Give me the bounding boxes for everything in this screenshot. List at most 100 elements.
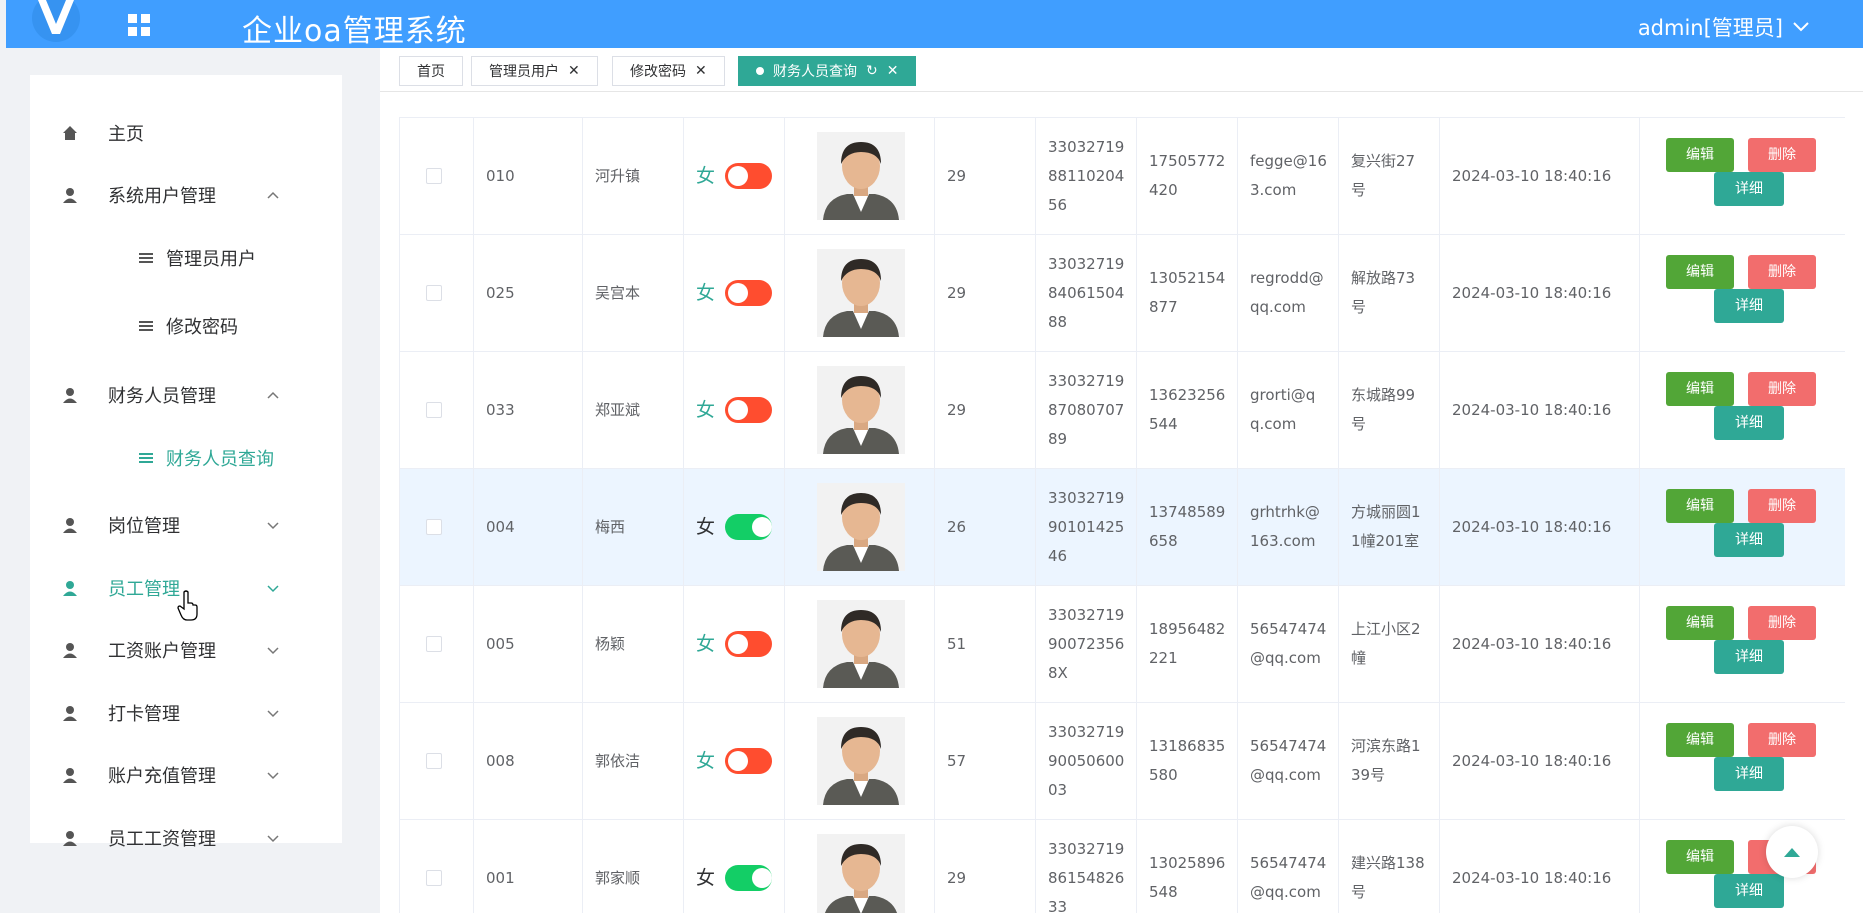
row-checkbox[interactable] (426, 870, 442, 886)
cell-address: 复兴街27 号 (1338, 117, 1440, 235)
avatar (817, 483, 905, 571)
edit-button[interactable]: 编辑 (1666, 840, 1734, 874)
status-toggle[interactable] (725, 514, 772, 540)
tab-label: 管理员用户 (489, 64, 559, 80)
detail-button[interactable]: 详细 (1714, 757, 1784, 791)
row-checkbox[interactable] (426, 402, 442, 418)
sidebar-item-positions[interactable]: 岗位管理 (30, 500, 342, 550)
address-line: 1幢201室 (1351, 532, 1420, 550)
detail-button[interactable]: 详细 (1714, 289, 1784, 323)
status-toggle[interactable] (725, 280, 772, 306)
edit-button[interactable]: 编辑 (1666, 723, 1734, 757)
sidebar-item-salary-accounts[interactable]: 工资账户管理 (30, 625, 342, 675)
sidebar-item-label: 员工管理 (108, 579, 180, 600)
chevron-down-icon (267, 647, 279, 655)
close-icon[interactable]: ✕ (887, 63, 899, 79)
sidebar-item-employee-salary[interactable]: 员工工资管理 (30, 813, 342, 863)
user-icon (63, 643, 77, 658)
sidebar-item-change-password[interactable]: 修改密码 (30, 301, 342, 351)
row-checkbox[interactable] (426, 753, 442, 769)
status-toggle[interactable] (725, 748, 772, 774)
table-row[interactable]: 005 杨颖女 51 33032719 90072356 8X 18956482 221 565… (399, 585, 1845, 703)
row-checkbox[interactable] (426, 636, 442, 652)
cell-address: 上江小区2 幢 (1338, 585, 1440, 703)
chevron-down-icon (267, 585, 279, 593)
phone-line: 18956482 (1149, 620, 1226, 638)
table-row[interactable]: 033 郑亚斌女 29 33032719 87080707 89 13623256 544 gr… (399, 351, 1845, 469)
delete-button[interactable]: 删除 (1748, 489, 1816, 523)
edit-button[interactable]: 编辑 (1666, 372, 1734, 406)
table-row[interactable]: 004 梅西女 26 33032719 90101425 46 13748589 658 grh… (399, 468, 1845, 586)
idcard-line: 8X (1048, 663, 1068, 682)
delete-button[interactable]: 删除 (1748, 138, 1816, 172)
refresh-icon[interactable]: ↻ (866, 63, 878, 79)
cell-age: 29 (934, 819, 1036, 913)
table-row[interactable]: 025 吴宫本女 29 33032719 84061504 88 13052154 877 re… (399, 234, 1845, 352)
table-row[interactable]: 001 郭家顺女 29 33032719 86154826 33 13025896 548 56… (399, 819, 1845, 913)
sidebar-item-admin-users[interactable]: 管理员用户 (30, 233, 342, 283)
cell-email: grhtrhk@ 163.com (1237, 468, 1339, 586)
tab-home[interactable]: 首页 (399, 56, 463, 86)
table-row[interactable]: 010 河升镇女 29 33032719 88110204 56 17505772 420 fe… (399, 117, 1845, 235)
close-icon[interactable]: ✕ (695, 63, 707, 79)
back-to-top-button[interactable] (1766, 826, 1818, 878)
idcard-line: 33 (1048, 897, 1068, 913)
cell-time: 2024-03-10 18:40:16 (1439, 351, 1640, 469)
status-toggle[interactable] (725, 865, 772, 891)
grid-icon[interactable] (126, 12, 152, 38)
app-title: 企业oa管理系统 (242, 14, 467, 49)
idcard-line: 33032719 (1048, 254, 1125, 273)
close-icon[interactable]: ✕ (568, 63, 580, 79)
row-checkbox[interactable] (426, 285, 442, 301)
edit-button[interactable]: 编辑 (1666, 489, 1734, 523)
chevron-up-icon (267, 191, 279, 199)
edit-button[interactable]: 编辑 (1666, 138, 1734, 172)
detail-button[interactable]: 详细 (1714, 640, 1784, 674)
sidebar-item-recharge[interactable]: 账户充值管理 (30, 750, 342, 800)
phone-line: 17505772 (1149, 152, 1226, 170)
table-row[interactable]: 008 郭依洁女 57 33032719 90050600 03 13186835 580 56… (399, 702, 1845, 820)
detail-button[interactable]: 详细 (1714, 172, 1784, 206)
detail-button[interactable]: 详细 (1714, 523, 1784, 557)
status-toggle[interactable] (725, 397, 772, 423)
delete-button[interactable]: 删除 (1748, 723, 1816, 757)
gender-cell: 女 (696, 162, 772, 191)
chevron-down-icon (1793, 22, 1809, 32)
sidebar: 主页 系统用户管理 管理员用户 修改密码 财务人员管理 财务人员查询 岗位管理 … (30, 75, 342, 850)
list-icon (139, 253, 153, 263)
cell-gender: 女 (696, 749, 716, 772)
idcard-line: 90072356 (1048, 634, 1125, 653)
tab-change-password[interactable]: 修改密码 ✕ (612, 56, 725, 86)
cell-phone: 17505772 420 (1136, 117, 1238, 235)
address-line: 幢 (1351, 649, 1367, 667)
cell-name: 梅西 (582, 468, 684, 586)
phone-line: 13623256 (1149, 386, 1226, 404)
user-menu[interactable]: admin[管理员] (1638, 12, 1809, 42)
email-line: @qq.com (1250, 766, 1321, 784)
email-line: 3.com (1250, 181, 1297, 199)
tab-admin-users[interactable]: 管理员用户 ✕ (471, 56, 598, 86)
delete-button[interactable]: 删除 (1748, 255, 1816, 289)
cell-address: 方城丽圆1 1幢201室 (1338, 468, 1440, 586)
row-checkbox[interactable] (426, 519, 442, 535)
sidebar-item-finance-query[interactable]: 财务人员查询 (30, 433, 342, 483)
sidebar-item-system-users[interactable]: 系统用户管理 (30, 170, 342, 220)
address-line: 上江小区2 (1351, 620, 1421, 638)
logo-icon (32, 0, 80, 42)
status-toggle[interactable] (725, 631, 772, 657)
gender-cell: 女 (696, 513, 772, 542)
row-checkbox[interactable] (426, 168, 442, 184)
tab-finance-query[interactable]: 财务人员查询 ↻ ✕ (738, 56, 917, 86)
status-toggle[interactable] (725, 163, 772, 189)
detail-button[interactable]: 详细 (1714, 874, 1784, 908)
detail-button[interactable]: 详细 (1714, 406, 1784, 440)
delete-button[interactable]: 删除 (1748, 372, 1816, 406)
cell-id: 025 (473, 234, 583, 352)
sidebar-item-attendance[interactable]: 打卡管理 (30, 688, 342, 738)
cell-age: 29 (934, 117, 1036, 235)
edit-button[interactable]: 编辑 (1666, 606, 1734, 640)
delete-button[interactable]: 删除 (1748, 606, 1816, 640)
sidebar-item-finance-staff[interactable]: 财务人员管理 (30, 370, 342, 420)
edit-button[interactable]: 编辑 (1666, 255, 1734, 289)
sidebar-item-home[interactable]: 主页 (30, 108, 342, 158)
